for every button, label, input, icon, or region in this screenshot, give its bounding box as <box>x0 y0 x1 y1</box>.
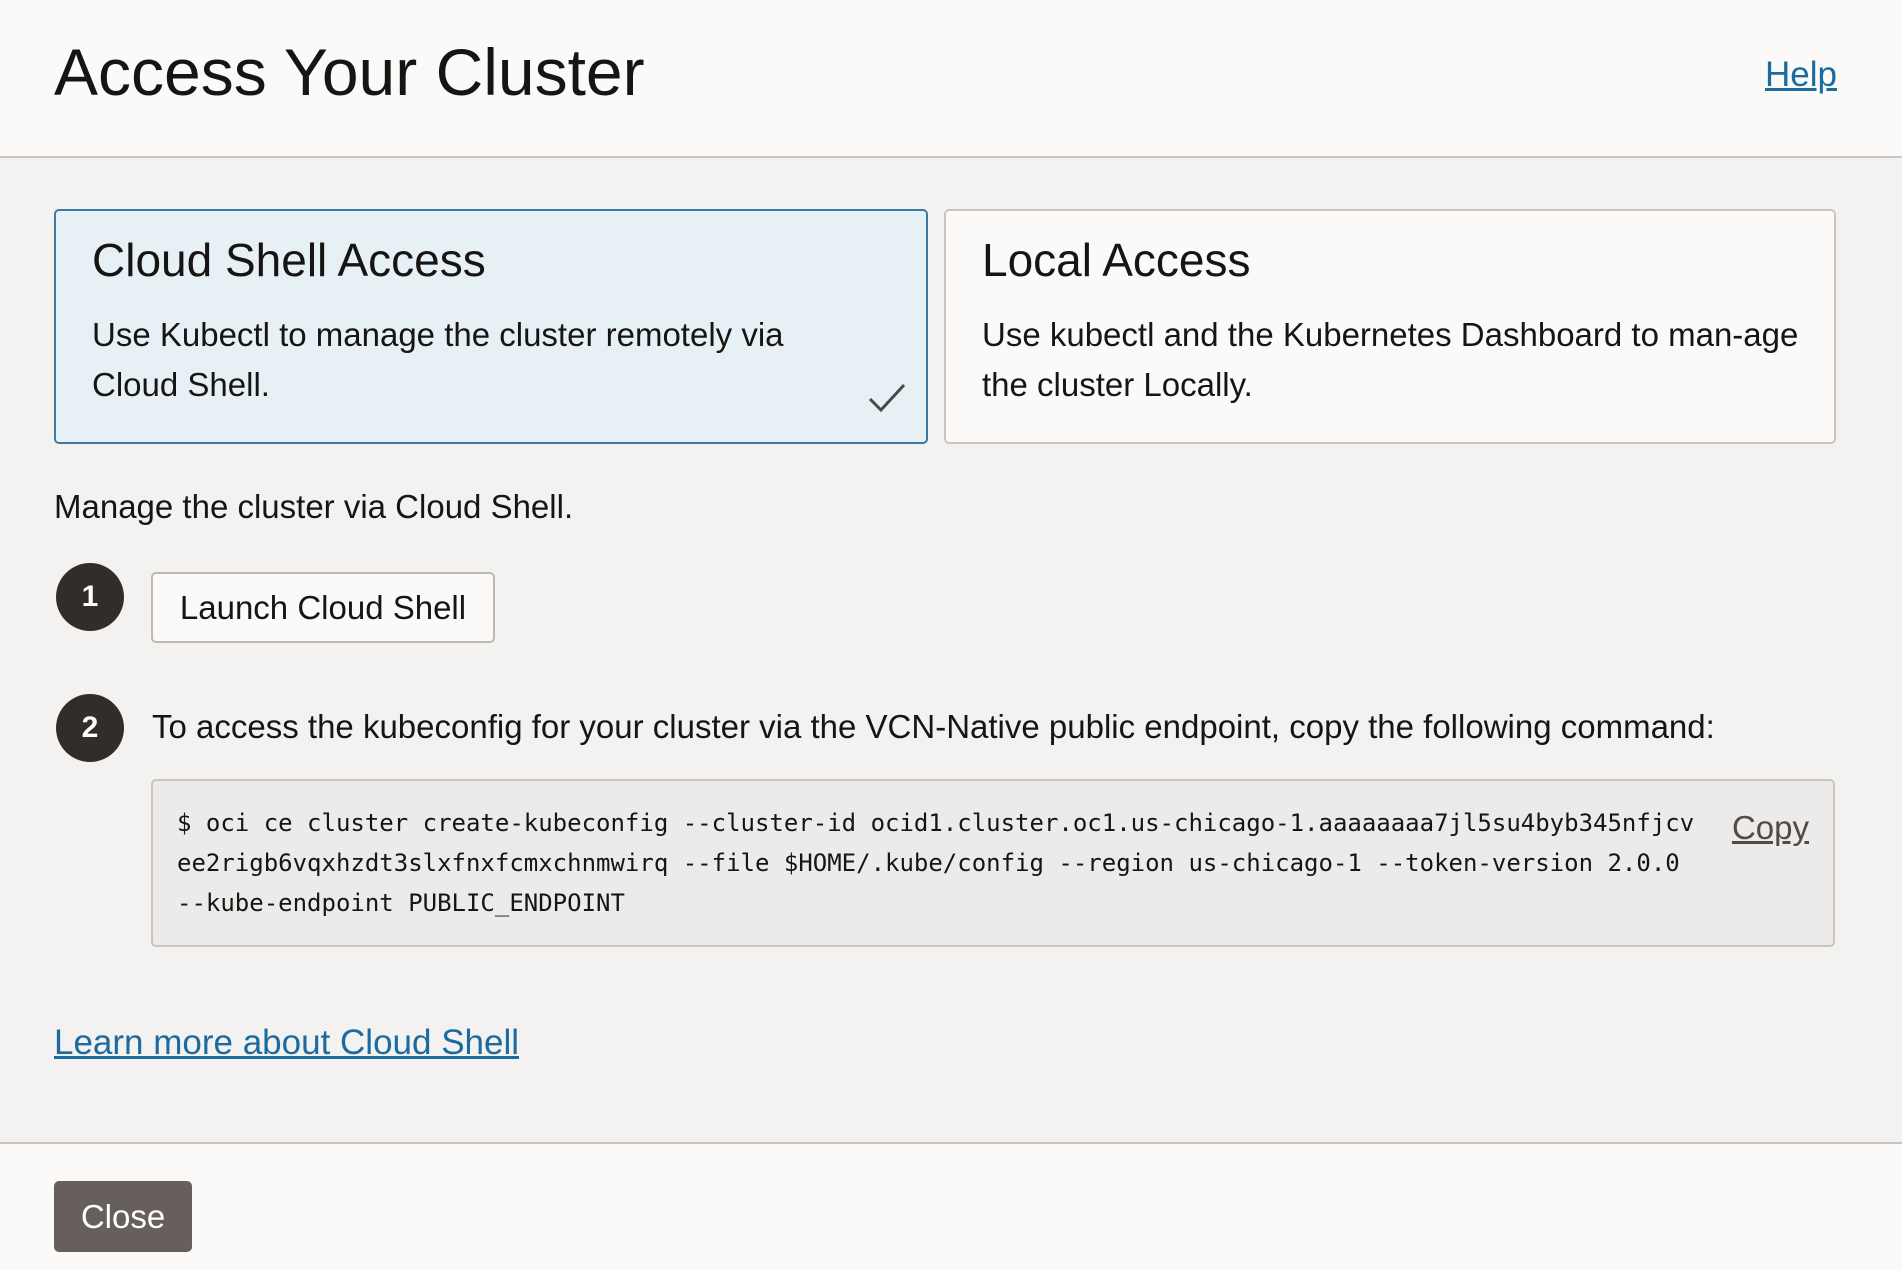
local-access-card[interactable]: Local Access Use kubectl and the Kuberne… <box>944 209 1836 444</box>
step-number-badge: 2 <box>56 694 124 762</box>
learn-more-link[interactable]: Learn more about Cloud Shell <box>54 1023 519 1063</box>
card-title: Cloud Shell Access <box>92 234 486 286</box>
kubeconfig-command[interactable]: $ oci ce cluster create-kubeconfig --clu… <box>177 803 1697 923</box>
card-description: Use Kubectl to manage the cluster remote… <box>92 316 784 404</box>
help-link[interactable]: Help <box>1765 55 1837 95</box>
card-description: Use kubectl and the Kubernetes Dashboard… <box>982 316 1799 404</box>
dialog-header: Access Your Cluster Help <box>0 0 1902 158</box>
dialog-footer: Close <box>0 1146 1902 1270</box>
close-button[interactable]: Close <box>54 1181 192 1252</box>
dialog-body: Cloud Shell Access Use Kubectl to manage… <box>0 158 1902 1144</box>
dialog-title: Access Your Cluster <box>54 35 645 109</box>
card-title: Local Access <box>982 234 1251 286</box>
step-instruction: To access the kubeconfig for your cluste… <box>152 708 1715 745</box>
launch-cloud-shell-button[interactable]: Launch Cloud Shell <box>151 572 495 643</box>
command-box: $ oci ce cluster create-kubeconfig --clu… <box>151 779 1835 947</box>
cloud-shell-access-card[interactable]: Cloud Shell Access Use Kubectl to manage… <box>54 209 928 444</box>
copy-button[interactable]: Copy <box>1732 809 1809 847</box>
checkmark-icon <box>868 383 906 413</box>
step-number-badge: 1 <box>56 563 124 631</box>
intro-text: Manage the cluster via Cloud Shell. <box>54 488 574 525</box>
